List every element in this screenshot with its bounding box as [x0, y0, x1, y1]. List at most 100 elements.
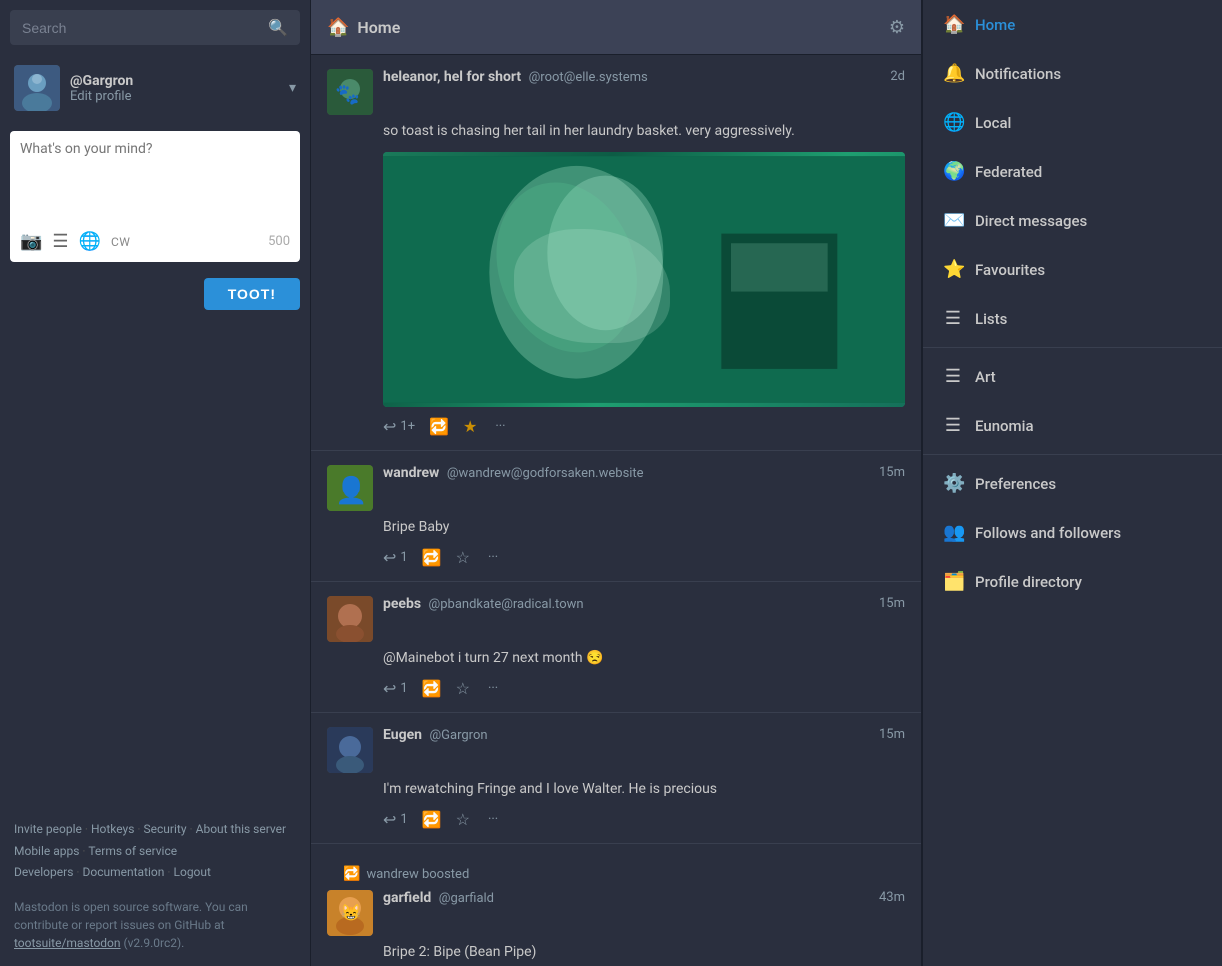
post-content: @Mainebot i turn 27 next month 😒 — [383, 648, 905, 669]
favourite-button[interactable]: ★ — [463, 417, 477, 436]
hotkeys-link[interactable]: Hotkeys — [91, 822, 134, 836]
sidebar-item-direct-messages[interactable]: ✉️ Direct messages — [923, 196, 1222, 245]
post-author: wandrew — [383, 465, 439, 481]
sidebar-item-label: Home — [975, 16, 1015, 34]
sidebar-item-favourites[interactable]: ⭐ Favourites — [923, 245, 1222, 294]
sidebar-item-preferences[interactable]: ⚙️ Preferences — [923, 459, 1222, 508]
sidebar-item-art[interactable]: ☰ Art — [923, 352, 1222, 401]
boost-button[interactable]: 🔁 — [422, 548, 442, 567]
post-image — [383, 152, 905, 407]
post-avatar — [327, 596, 373, 642]
boost-button[interactable]: 🔁 — [422, 810, 442, 829]
search-icon[interactable]: 🔍 — [268, 18, 288, 37]
sidebar-item-label: Follows and followers — [975, 524, 1121, 542]
profile-chevron-icon[interactable]: ▾ — [289, 80, 296, 96]
post-image-placeholder — [383, 152, 905, 407]
table-row: Eugen @Gargron 15m I'm rewatching Fringe… — [311, 713, 921, 844]
sidebar-item-notifications[interactable]: 🔔 Notifications — [923, 49, 1222, 98]
cw-label[interactable]: CW — [111, 235, 130, 249]
post-meta: heleanor, hel for short @root@elle.syste… — [383, 69, 905, 85]
reply-button[interactable]: ↩ 1 — [383, 810, 408, 829]
more-button[interactable]: ··· — [488, 681, 498, 696]
footer-links: Invite people · Hotkeys · Security · Abo… — [0, 803, 310, 894]
post-header: 🐾 heleanor, hel for short @root@elle.sys… — [327, 69, 905, 115]
toot-btn-wrap: TOOT! — [0, 272, 310, 320]
boost-button[interactable]: 🔁 — [422, 679, 442, 698]
boost-icon: 🔁 — [422, 548, 442, 567]
reply-button[interactable]: ↩ 1 — [383, 548, 408, 567]
favourite-button[interactable]: ☆ — [456, 679, 470, 698]
sidebar-item-eunomia[interactable]: ☰ Eunomia — [923, 401, 1222, 450]
sidebar-item-home[interactable]: 🏠 Home — [923, 0, 1222, 49]
column-title: Home — [357, 18, 400, 37]
sidebar-item-lists[interactable]: ☰ Lists — [923, 294, 1222, 343]
post-handle: @root@elle.systems — [529, 70, 648, 85]
sidebar-item-profile-directory[interactable]: 🗂️ Profile directory — [923, 557, 1222, 606]
home-icon: 🏠 — [943, 14, 963, 35]
boost-button[interactable]: 🔁 — [429, 417, 449, 436]
reply-icon: ↩ — [383, 417, 396, 436]
local-icon: 🌐 — [943, 112, 963, 133]
post-handle: @pbandkate@radical.town — [429, 597, 584, 612]
search-input[interactable] — [22, 20, 268, 36]
sidebar-item-label: Direct messages — [975, 212, 1087, 230]
formatting-icon[interactable]: ☰ — [52, 231, 68, 252]
documentation-link[interactable]: Documentation — [83, 865, 165, 879]
boost-indicator: 🔁 wandrew boosted — [327, 858, 905, 882]
sidebar-item-federated[interactable]: 🌍 Federated — [923, 147, 1222, 196]
post-actions: ↩ 1 🔁 ☆ ··· — [383, 548, 905, 567]
boost-icon: 🔁 — [422, 679, 442, 698]
repo-link[interactable]: tootsuite/mastodon — [14, 936, 121, 950]
security-link[interactable]: Security — [144, 822, 187, 836]
edit-profile-link[interactable]: Edit profile — [70, 89, 279, 104]
star-icon: ☆ — [456, 679, 470, 698]
reply-count: 1 — [400, 681, 407, 696]
reply-button[interactable]: ↩ 1+ — [383, 417, 415, 436]
directory-icon: 🗂️ — [943, 571, 963, 592]
boost-icon: 🔁 — [422, 810, 442, 829]
follows-icon: 👥 — [943, 522, 963, 543]
post-time: 15m — [879, 596, 905, 611]
compose-textarea[interactable] — [20, 141, 290, 221]
column-header: 🏠 Home ⚙ — [311, 0, 921, 55]
favourite-button[interactable]: ☆ — [456, 548, 470, 567]
reply-button[interactable]: ↩ 1 — [383, 679, 408, 698]
boost-icon: 🔁 — [429, 417, 449, 436]
reply-icon: ↩ — [383, 548, 396, 567]
post-content: Bripe 2: Bipe (Bean Pipe) — [383, 942, 905, 963]
search-bar[interactable]: 🔍 — [10, 10, 300, 45]
sidebar-item-follows-followers[interactable]: 👥 Follows and followers — [923, 508, 1222, 557]
reply-icon: ↩ — [383, 810, 396, 829]
post-content: so toast is chasing her tail in her laun… — [383, 121, 905, 142]
favourite-button[interactable]: ☆ — [456, 810, 470, 829]
sidebar-item-label: Profile directory — [975, 573, 1082, 591]
post-avatar: 😸 — [327, 890, 373, 936]
sidebar-item-local[interactable]: 🌐 Local — [923, 98, 1222, 147]
post-meta: Eugen @Gargron 15m — [383, 727, 905, 743]
logout-link[interactable]: Logout — [174, 865, 211, 879]
svg-text:🐾: 🐾 — [335, 82, 360, 106]
reply-count: 1+ — [400, 419, 415, 434]
char-count: 500 — [268, 234, 290, 249]
developers-link[interactable]: Developers — [14, 865, 73, 879]
about-link[interactable]: About this server — [196, 822, 286, 836]
post-actions: ↩ 1 🔁 ☆ ··· — [383, 810, 905, 829]
post-meta: garfield @garfiald 43m — [383, 890, 905, 906]
invite-people-link[interactable]: Invite people — [14, 822, 82, 836]
mobile-apps-link[interactable]: Mobile apps — [14, 844, 79, 858]
more-button[interactable]: ··· — [488, 812, 498, 827]
table-row: 👤 wandrew @wandrew@godforsaken.website 1… — [311, 451, 921, 582]
post-author: heleanor, hel for short — [383, 69, 521, 85]
terms-link[interactable]: Terms of service — [88, 844, 177, 858]
globe-icon[interactable]: 🌐 — [79, 231, 101, 252]
post-author: peebs — [383, 596, 421, 612]
attach-image-icon[interactable]: 📷 — [20, 231, 42, 252]
more-button[interactable]: ··· — [488, 550, 498, 565]
mail-icon: ✉️ — [943, 210, 963, 231]
column-settings-icon[interactable]: ⚙ — [889, 17, 905, 38]
sidebar-item-label: Eunomia — [975, 417, 1034, 435]
more-button[interactable]: ··· — [495, 419, 505, 434]
toot-button[interactable]: TOOT! — [204, 278, 300, 310]
post-actions: ↩ 1 🔁 ☆ ··· — [383, 679, 905, 698]
sidebar-item-label: Local — [975, 114, 1011, 132]
